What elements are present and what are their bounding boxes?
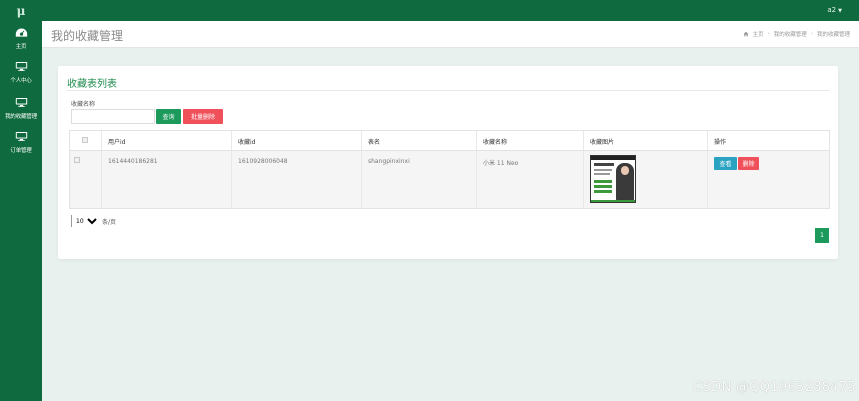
dashboard-icon — [15, 28, 27, 37]
table-header: 用户id 收藏id 表名 收藏名称 收藏图片 操作 — [70, 131, 829, 151]
breadcrumb-separator: › — [767, 31, 770, 37]
row-checkbox[interactable] — [74, 157, 80, 163]
column-header-actions: 操作 — [714, 139, 727, 146]
breadcrumb-separator: › — [810, 31, 813, 37]
home-icon — [743, 31, 748, 37]
page-header: 我的收藏管理 主页 › 我的收藏管理 › 我的收藏管理 — [42, 21, 859, 48]
column-header-fav-image: 收藏图片 — [590, 139, 615, 146]
column-header-fav-id: 收藏id — [238, 139, 256, 146]
sidebar-item-orders[interactable]: 订单管理 — [0, 125, 42, 159]
user-menu[interactable]: a2 ▼ — [827, 6, 842, 14]
column-header-table-name: 表名 — [368, 139, 381, 146]
header-cell[interactable]: 收藏id — [232, 131, 362, 150]
page-size-control: 10 20 30 条/页 — [71, 215, 116, 227]
sidebar-item-profile[interactable]: 个人中心 — [0, 55, 42, 89]
header-cell: 收藏图片 — [584, 131, 708, 150]
cell-user-id: 1614440186281 — [108, 158, 158, 165]
delete-button[interactable]: 删除 — [738, 157, 759, 170]
row-cell-select — [70, 151, 102, 208]
header-cell[interactable]: 表名 — [362, 131, 477, 150]
table-row: 1614440186281 1610928006048 shangpinxinx… — [70, 151, 829, 208]
top-bar: μ a2 ▼ — [0, 0, 859, 21]
select-all-checkbox[interactable] — [82, 137, 88, 143]
monitor-icon — [15, 98, 27, 107]
card-divider — [67, 90, 829, 91]
sidebar-item-home[interactable]: 主页 — [0, 21, 42, 55]
card-title: 收藏表列表 — [67, 79, 117, 90]
row-cell: 小米 11 Neo — [477, 151, 584, 208]
query-button[interactable]: 查询 — [156, 109, 181, 124]
breadcrumb-home[interactable]: 主页 — [753, 30, 764, 38]
fav-name-input[interactable] — [71, 109, 155, 124]
sidebar: 主页 个人中心 我的收藏管理 订单管理 — [0, 21, 42, 401]
sidebar-item-favorites[interactable]: 我的收藏管理 — [0, 91, 42, 125]
batch-delete-button[interactable]: 批量删除 — [183, 109, 223, 124]
page-title: 我的收藏管理 — [51, 29, 124, 43]
sidebar-item-label: 主页 — [15, 44, 27, 50]
cell-fav-name: 小米 11 Neo — [483, 160, 519, 167]
sidebar-item-label: 订单管理 — [10, 148, 32, 154]
header-cell-select — [70, 131, 102, 150]
page-size-select[interactable]: 10 20 30 — [71, 215, 100, 227]
row-cell: 1610928006048 — [232, 151, 362, 208]
monitor-icon — [15, 132, 27, 141]
column-header-fav-name: 收藏名称 — [483, 139, 508, 146]
view-button[interactable]: 查看 — [714, 157, 737, 170]
cell-fav-id: 1610928006048 — [238, 158, 288, 165]
header-cell[interactable]: 用户id — [102, 131, 232, 150]
filter-label: 收藏名称 — [71, 101, 96, 108]
row-cell: 1614440186281 — [102, 151, 232, 208]
breadcrumb-current: 我的收藏管理 — [816, 32, 850, 38]
page-size-suffix: 条/页 — [102, 218, 117, 226]
row-cell — [584, 151, 708, 208]
favorites-card: 收藏表列表 收藏名称 查询 批量删除 用户id 收藏id 表名 收藏名称 收藏图… — [58, 66, 838, 259]
caret-down-icon: ▼ — [838, 8, 842, 14]
favorites-table: 用户id 收藏id 表名 收藏名称 收藏图片 操作 1614440186281 … — [69, 130, 830, 209]
sidebar-item-label: 个人中心 — [10, 78, 32, 84]
row-cell-actions: 查看 删除 — [708, 151, 829, 208]
row-cell: shangpinxinxi — [362, 151, 477, 208]
user-name: a2 — [827, 6, 837, 14]
breadcrumb: 主页 › 我的收藏管理 › 我的收藏管理 — [743, 30, 850, 38]
watermark: CSDN @QQ1963288475 — [693, 380, 856, 395]
product-thumbnail[interactable] — [590, 155, 636, 203]
header-cell[interactable]: 收藏名称 — [477, 131, 584, 150]
header-cell: 操作 — [708, 131, 829, 150]
app-logo[interactable]: μ — [0, 0, 42, 21]
breadcrumb-item[interactable]: 我的收藏管理 — [774, 30, 807, 38]
monitor-icon — [15, 62, 27, 71]
sidebar-item-label: 我的收藏管理 — [5, 114, 37, 120]
column-header-user-id: 用户id — [108, 139, 126, 146]
cell-table-name: shangpinxinxi — [368, 158, 410, 165]
page-button-current[interactable]: 1 — [815, 228, 829, 243]
